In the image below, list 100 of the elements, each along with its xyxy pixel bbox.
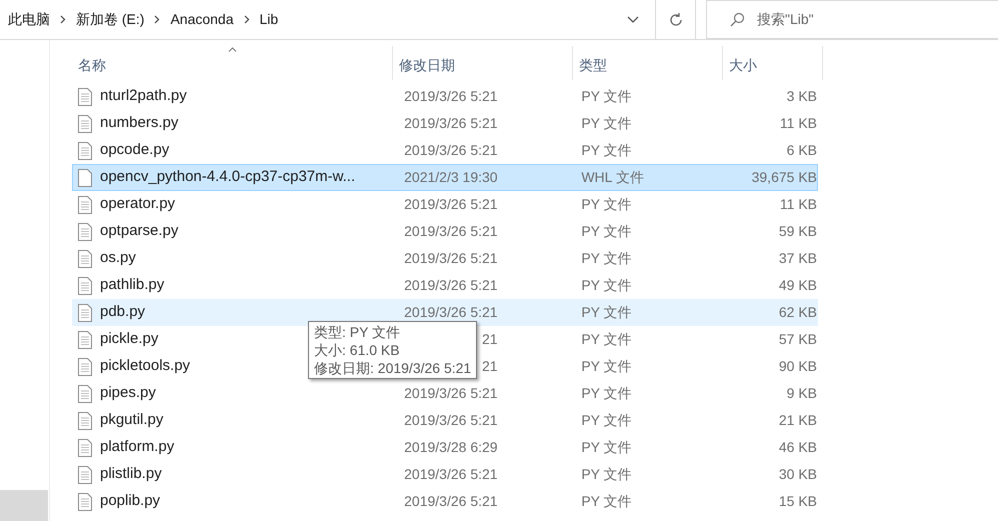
breadcrumb-item[interactable]: Lib [260, 9, 278, 30]
search-field[interactable]: 搜索"Lib" [706, 0, 998, 39]
file-date: 2019/3/26 5:21 [404, 88, 498, 104]
file-size: 11 KB [778, 114, 817, 133]
file-name: poplib.py [100, 491, 160, 512]
chevron-icon [154, 15, 160, 24]
file-size: 59 KB [778, 222, 817, 241]
file-icon [78, 276, 92, 294]
file-name: plistlib.py [100, 464, 162, 484]
file-name: opencv_python-4.4.0-cp37-cp37m-w... [100, 167, 356, 188]
file-name: pdb.py [100, 302, 146, 322]
file-type: PY 文件 [581, 492, 633, 511]
file-date: 2019/3/26 5:21 [404, 196, 498, 212]
column-header[interactable]: 名称 [72, 46, 393, 80]
file-type: PY 文件 [581, 303, 633, 322]
file-type: PY 文件 [581, 465, 633, 484]
file-name: os.py [100, 248, 136, 268]
file-date: 21 [482, 358, 498, 374]
file-icon [78, 222, 92, 240]
column-header[interactable]: 类型 [573, 46, 723, 80]
file-date: 2019/3/26 5:21 [404, 142, 498, 158]
file-date: 2019/3/26 5:21 [404, 304, 498, 320]
file-type: PY 文件 [581, 87, 633, 106]
file-type: PY 文件 [581, 222, 633, 241]
file-icon [78, 412, 92, 430]
file-date: 2019/3/26 5:21 [404, 250, 498, 266]
file-name: pickletools.py [100, 356, 190, 376]
file-size: 21 KB [778, 411, 817, 430]
file-size: 57 KB [778, 330, 817, 349]
file-name: numbers.py [100, 113, 178, 134]
file-date: 2019/3/26 5:21 [404, 493, 498, 509]
file-name: nturl2path.py [100, 86, 187, 106]
file-type: WHL 文件 [581, 168, 645, 187]
refresh-icon[interactable] [668, 12, 684, 28]
file-size: 3 KB [786, 87, 817, 106]
file-name: pickle.py [100, 329, 158, 350]
file-date: 2019/3/26 5:21 [404, 277, 498, 293]
file-type: PY 文件 [581, 141, 633, 160]
chevron-icon [244, 15, 250, 24]
file-icon [78, 466, 92, 484]
file-type: PY 文件 [581, 384, 633, 403]
file-type: PY 文件 [581, 411, 633, 430]
file-type: PY 文件 [581, 114, 633, 133]
file-size: 15 KB [778, 492, 817, 511]
breadcrumb-item[interactable]: 新加卷 (E:) [76, 9, 144, 30]
file-size: 11 KB [778, 195, 817, 214]
file-name: pkgutil.py [100, 410, 164, 430]
file-type: PY 文件 [581, 276, 633, 295]
file-type: PY 文件 [581, 195, 633, 214]
file-date: 2019/3/28 6:29 [404, 439, 498, 455]
file-icon [78, 196, 92, 214]
file-icon [78, 142, 92, 160]
search-icon [729, 12, 745, 28]
file-name: platform.py [100, 437, 174, 458]
scrollbar-thumb[interactable] [0, 490, 48, 521]
file-size: 90 KB [778, 357, 817, 376]
column-header[interactable]: 大小 [723, 46, 823, 80]
tooltip-line: 类型: PY 文件 [314, 323, 402, 341]
file-icon [78, 492, 92, 510]
file-name: pathlib.py [100, 275, 164, 296]
file-type: PY 文件 [581, 357, 633, 376]
file-date: 2019/3/26 5:21 [404, 466, 498, 482]
file-type: PY 文件 [581, 330, 633, 349]
search-placeholder: 搜索"Lib" [757, 10, 814, 29]
dropdown-icon[interactable] [627, 16, 639, 24]
file-size: 37 KB [778, 249, 817, 268]
file-icon [78, 114, 92, 132]
file-row[interactable]: opencv_python-4.4.0-cp37-cp37m-w... 2021/2/3 19:30 WHL 文件 39,675 KB [72, 164, 818, 191]
file-icon [78, 88, 92, 106]
sort-ascending-icon [228, 47, 237, 52]
breadcrumb-item[interactable]: 此电脑 [8, 9, 50, 30]
file-icon [78, 304, 92, 322]
file-name: pipes.py [100, 383, 156, 404]
file-date: 21 [482, 331, 498, 347]
file-icon [78, 168, 92, 186]
file-name: operator.py [100, 194, 176, 214]
file-date: 2019/3/26 5:21 [404, 385, 498, 401]
file-size: 46 KB [778, 438, 817, 457]
file-name: optparse.py [100, 221, 178, 242]
file-type: PY 文件 [581, 438, 633, 457]
file-row[interactable]: pdb.py 2019/3/26 5:21 PY 文件 62 KB [72, 299, 818, 326]
file-icon [78, 438, 92, 456]
file-size: 39,675 KB [750, 168, 817, 187]
file-date: 2019/3/26 5:21 [404, 223, 498, 239]
file-date: 2019/3/26 5:21 [404, 115, 498, 131]
file-size: 9 KB [786, 384, 817, 403]
file-icon [78, 330, 92, 348]
file-icon [78, 250, 92, 268]
file-size: 6 KB [786, 141, 817, 160]
tooltip-line: 修改日期: 2019/3/26 5:21 [314, 359, 472, 377]
file-name: opcode.py [100, 140, 170, 160]
tooltip-line: 大小: 61.0 KB [314, 341, 401, 359]
file-icon [78, 384, 92, 402]
file-date: 2019/3/26 5:21 [404, 412, 498, 428]
file-icon [78, 358, 92, 376]
file-type: PY 文件 [581, 249, 633, 268]
file-size: 62 KB [778, 303, 817, 322]
breadcrumb-item[interactable]: Anaconda [170, 9, 234, 30]
column-header[interactable]: 修改日期 [393, 46, 573, 80]
file-size: 30 KB [778, 465, 817, 484]
